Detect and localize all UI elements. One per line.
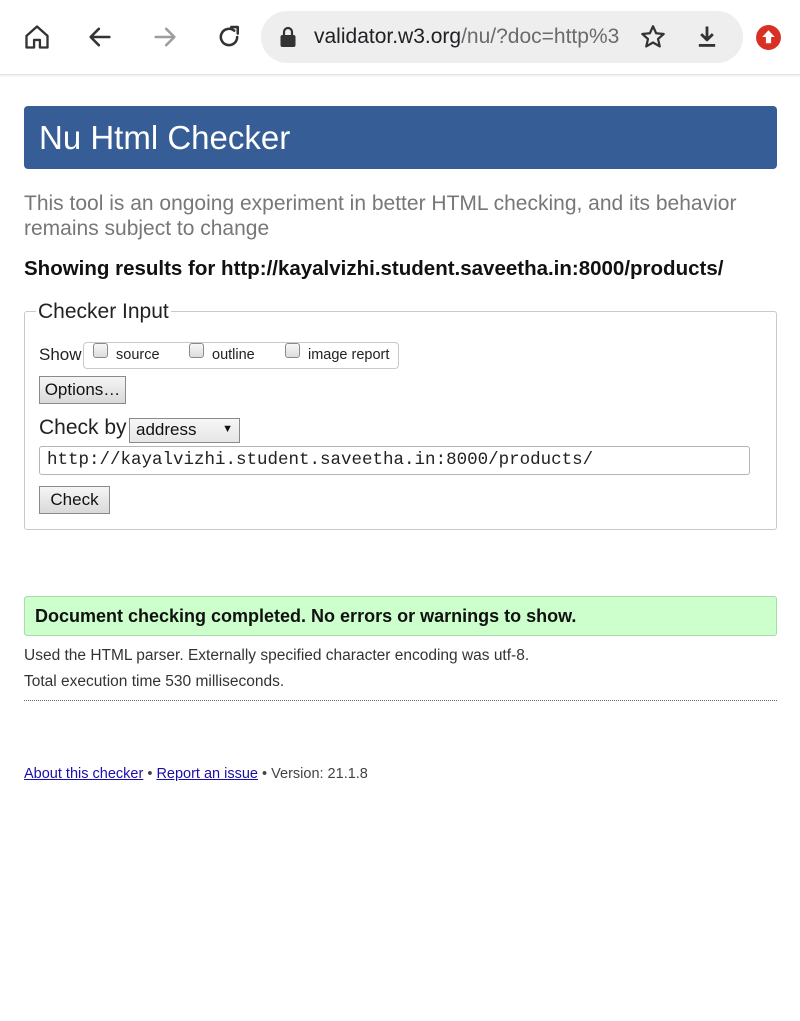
outline-checkbox-label[interactable]: outline	[212, 347, 255, 363]
success-message: Document checking completed. No errors o…	[24, 596, 777, 636]
browser-toolbar: validator.w3.org/nu/?doc=http%3	[0, 0, 800, 75]
url-path: /nu/?doc=http%3	[461, 25, 620, 48]
check-by-select[interactable]: address ▼	[129, 418, 240, 443]
extension-update-icon[interactable]	[755, 24, 782, 56]
source-checkbox[interactable]	[93, 343, 108, 358]
check-by-label: Check by	[39, 416, 127, 439]
version-text: Version: 21.1.8	[271, 766, 368, 782]
star-icon[interactable]	[639, 23, 667, 56]
dropdown-arrow-icon: ▼	[222, 423, 233, 435]
execution-time-note: Total execution time 530 milliseconds.	[24, 673, 285, 690]
showing-results-heading: Showing results for http://kayalvizhi.st…	[24, 257, 724, 280]
checker-input-legend: Checker Input	[36, 298, 171, 325]
check-button[interactable]: Check	[39, 486, 110, 514]
image-report-checkbox[interactable]	[285, 343, 300, 358]
parser-note: Used the HTML parser. Externally specifi…	[24, 647, 530, 664]
lock-icon[interactable]	[279, 26, 297, 53]
intro-text: This tool is an ongoing experiment in be…	[24, 192, 737, 240]
address-bar[interactable]: validator.w3.org/nu/?doc=http%3	[261, 11, 743, 63]
footer-separator-2: •	[262, 766, 268, 782]
image-report-checkbox-label[interactable]: image report	[308, 347, 389, 363]
document-url-input[interactable]: http://kayalvizhi.student.saveetha.in:80…	[39, 446, 750, 475]
url-host: validator.w3.org	[314, 25, 462, 48]
download-icon[interactable]	[693, 23, 721, 56]
about-checker-link[interactable]: About this checker	[24, 766, 143, 782]
reload-icon[interactable]	[209, 17, 249, 57]
url-text[interactable]: validator.w3.org/nu/?doc=http%3	[314, 25, 626, 49]
footer: About this checker • Report an issue • V…	[24, 766, 368, 782]
source-checkbox-label[interactable]: source	[116, 347, 160, 363]
results-divider	[24, 700, 777, 701]
options-button[interactable]: Options…	[39, 376, 126, 404]
page-title: Nu Html Checker	[24, 106, 777, 169]
report-issue-link[interactable]: Report an issue	[156, 766, 258, 782]
forward-arrow-icon[interactable]	[145, 17, 185, 57]
show-label: Show	[39, 345, 82, 364]
footer-separator-1: •	[147, 766, 153, 782]
check-by-value: address	[136, 420, 197, 439]
outline-checkbox[interactable]	[189, 343, 204, 358]
home-icon[interactable]	[17, 17, 57, 57]
back-arrow-icon[interactable]	[80, 17, 120, 57]
